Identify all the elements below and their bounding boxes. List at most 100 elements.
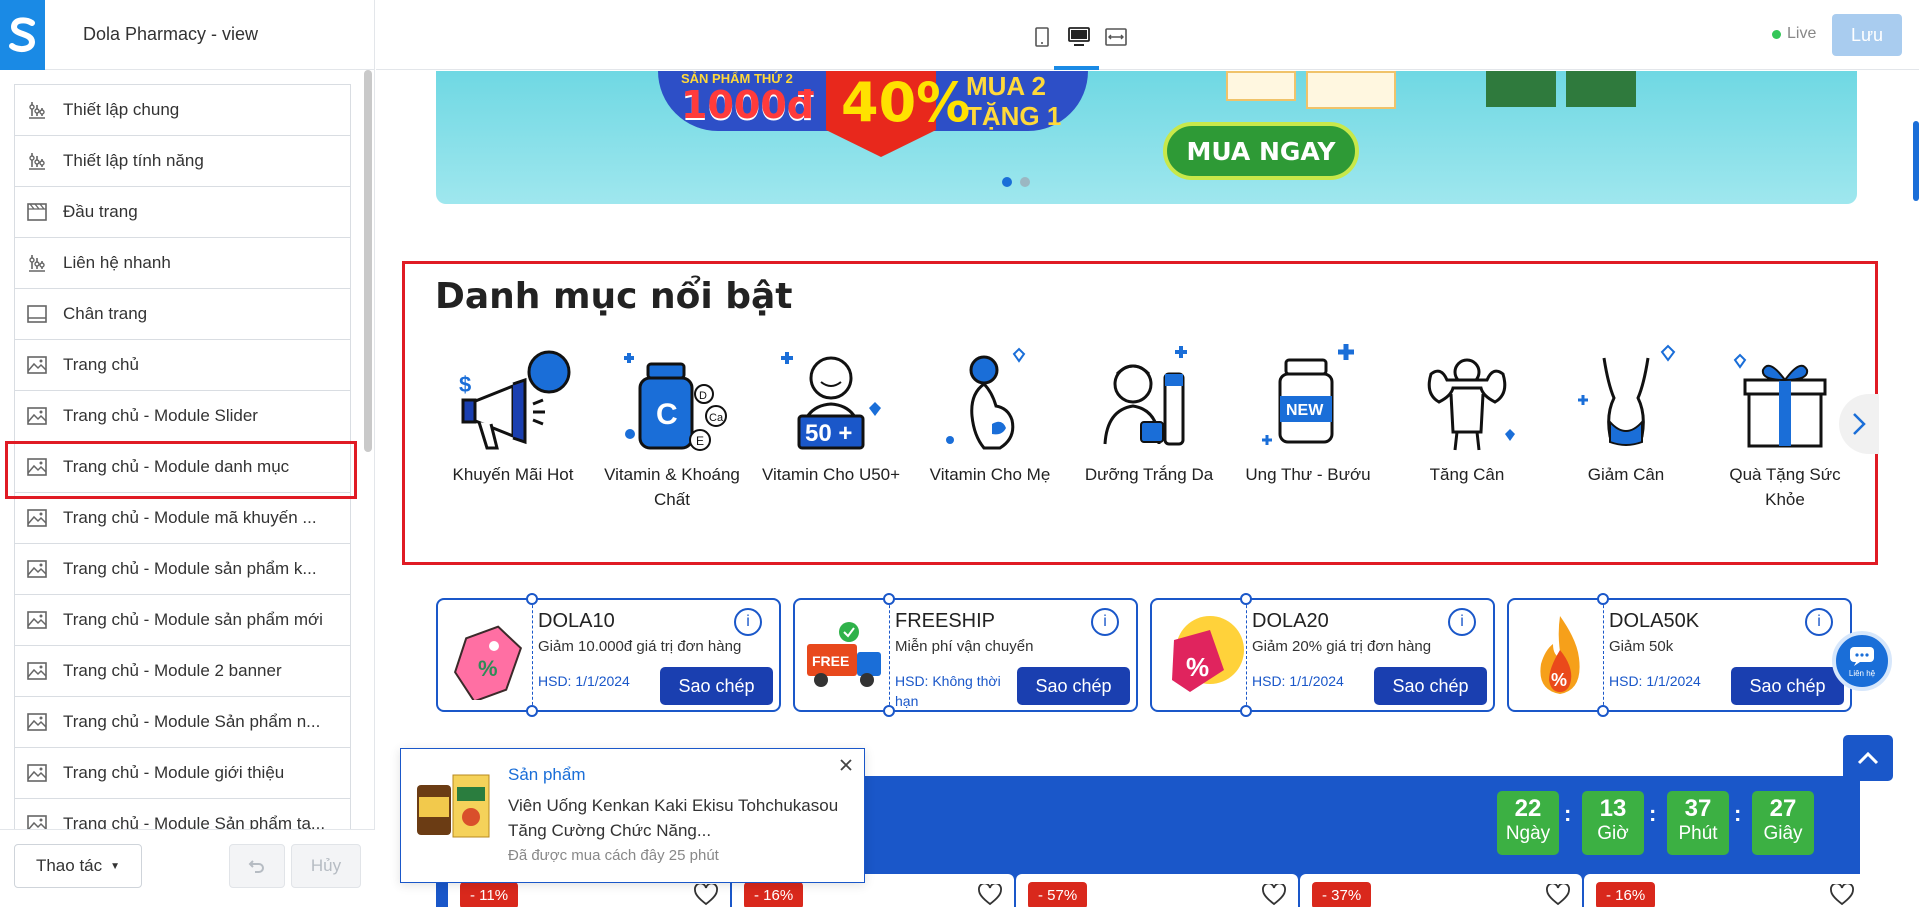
sidebar-scrollbar[interactable] [364,70,372,452]
info-icon[interactable]: i [1805,608,1833,636]
buy-now-button[interactable]: MUA NGAY [1163,122,1359,180]
product-card[interactable]: - 37% [1300,874,1582,907]
heart-icon[interactable] [978,882,1002,907]
heart-icon[interactable] [1262,882,1286,907]
settings-sliders-icon [25,149,49,173]
category-item[interactable]: NEW Ung Thư - Bướu [1233,344,1383,487]
sidebar-item-0[interactable]: Thiết lập chung [15,85,350,136]
contact-chat-button[interactable]: Liên hệ [1832,631,1892,691]
coupon-notch [526,705,538,717]
category-item[interactable]: 50 + Vitamin Cho U50+ [756,344,906,487]
tag-icon: % [446,610,532,703]
desktop-view-button[interactable] [1064,20,1094,54]
sidebar-item-7[interactable]: Trang chủ - Module danh mục [5,441,357,499]
sidebar-item-label: Trang chủ - Module giới thiệu [63,763,285,782]
copy-code-button[interactable]: Sao chép [1731,667,1844,705]
countdown-box: 22 Ngày [1497,791,1559,855]
heart-icon[interactable] [1830,882,1854,907]
sidebar-item-1[interactable]: Thiết lập tính năng [15,136,350,187]
info-icon[interactable]: i [734,608,762,636]
category-item[interactable]: Quà Tặng Sức Khỏe [1710,344,1860,512]
category-item[interactable]: Dưỡng Trắng Da [1074,344,1224,487]
close-icon[interactable] [836,755,856,775]
vitamin-bottle-icon: C D Ca E [612,344,732,460]
actions-label: Thao tác [35,856,103,875]
product-boxes-image [1226,71,1646,111]
product-card[interactable]: - 16% [1584,874,1866,907]
save-button[interactable]: Lưu [1832,14,1902,56]
sidebar-footer: Thao tác ▼ Hủy [0,829,375,907]
fullwidth-icon [1105,28,1127,46]
sidebar-item-11[interactable]: Trang chủ - Module 2 banner [15,646,350,697]
sidebar-item-8[interactable]: Trang chủ - Module mã khuyến ... [15,493,350,544]
heart-icon[interactable] [1546,882,1570,907]
coupon-description: Giảm 20% giá trị đơn hàng [1252,638,1432,655]
coupon-card: % DOLA50K Giảm 50k HSD: 1/1/2024 i Sao chép [1507,593,1852,717]
product-thumbnail[interactable] [413,767,493,842]
fullwidth-view-button[interactable] [1101,20,1131,54]
countdown-box: 27 Giây [1752,791,1814,855]
cancel-button[interactable]: Hủy [291,844,361,888]
svg-text:NEW: NEW [1286,402,1324,419]
featured-categories-section[interactable]: Danh mục nổi bật $ Khuyến Mãi Hot C D Ca E Vit… [402,261,1879,565]
countdown-value: 37 [1684,795,1712,822]
actions-dropdown-button[interactable]: Thao tác ▼ [14,844,142,888]
category-item[interactable]: C D Ca E Vitamin & Khoáng Chất [597,344,747,512]
sidebar-item-9[interactable]: Trang chủ - Module sản phẩm k... [15,544,350,595]
sidebar-item-label: Trang chủ - Module danh mục [63,457,290,476]
svg-text:D: D [699,390,707,402]
copy-code-button[interactable]: Sao chép [660,667,773,705]
countdown-value: 13 [1599,795,1627,822]
coupon-notch [1240,593,1252,605]
countdown-label: Giờ [1597,823,1629,844]
product-card[interactable]: - 57% [1016,874,1298,907]
category-item[interactable]: Vitamin Cho Mẹ [915,344,1065,487]
countdown-box: 13 Giờ [1582,791,1644,855]
sidebar-item-3[interactable]: Liên hệ nhanh [15,238,350,289]
countdown-value: 27 [1769,795,1797,822]
theme-title: Dola Pharmacy - view [83,24,259,44]
recent-purchase-popup[interactable]: Sản phẩm Viên Uống Kenkan Kaki Ekisu Toh… [400,748,865,883]
heart-icon[interactable] [694,882,718,907]
undo-button[interactable] [229,844,285,888]
sidebar-item-2[interactable]: Đầu trang [15,187,350,238]
sidebar-item-13[interactable]: Trang chủ - Module giới thiệu [15,748,350,799]
desktop-icon [1068,27,1090,46]
sidebar-item-10[interactable]: Trang chủ - Module sản phẩm mới [15,595,350,646]
sidebar-item-5[interactable]: Trang chủ [15,340,350,391]
category-item[interactable]: Tăng Cân [1392,344,1542,487]
svg-text:$: $ [459,372,471,397]
category-label: Vitamin & Khoáng Chất [604,465,740,509]
sidebar-item-6[interactable]: Trang chủ - Module Slider [15,391,350,442]
hero-banner[interactable]: SẢN PHẨM THỨ 2 1000đ 40% MUA 2 TẶNG 1 MU… [436,71,1857,204]
sidebar-item-4[interactable]: Chân trang [15,289,350,340]
sidebar-item-label: Trang chủ - Module Slider [63,406,258,425]
sidebar-item-label: Trang chủ [63,355,139,374]
copy-code-button[interactable]: Sao chép [1374,667,1487,705]
preview-scroll-indicator[interactable] [1913,121,1919,201]
chat-bubble-icon [1850,646,1874,666]
info-icon[interactable]: i [1448,608,1476,636]
svg-text:Ca: Ca [709,412,724,424]
app-logo[interactable] [0,0,45,70]
slider-dot[interactable] [1020,177,1030,187]
countdown-unit: 22 Ngày [1497,791,1559,855]
category-item[interactable]: $ Khuyến Mãi Hot [438,344,588,487]
back-to-top-button[interactable] [1843,735,1893,781]
category-item[interactable]: Giảm Cân [1551,344,1701,487]
info-icon[interactable]: i [1091,608,1119,636]
undo-icon [248,860,264,873]
copy-code-button[interactable]: Sao chép [1017,667,1130,705]
sidebar-item-label: Trang chủ - Module 2 banner [63,661,282,680]
skincare-icon [1089,344,1209,460]
mobile-icon [1035,27,1049,47]
mobile-view-button[interactable] [1027,20,1057,54]
countdown-unit: 13 Giờ [1582,791,1644,855]
sidebar-item-12[interactable]: Trang chủ - Module Sản phẩm n... [15,697,350,748]
toast-product-name[interactable]: Viên Uống Kenkan Kaki Ekisu Tohchukasou … [508,793,844,843]
countdown-unit: 27 Giây [1752,791,1814,855]
sidebar-item-14[interactable]: Trang chủ - Module Sản phẩm ta... [15,799,350,829]
svg-text:50 +: 50 + [805,420,852,447]
megaphone-icon: $ [453,344,573,460]
slider-dot-active[interactable] [1002,177,1012,187]
